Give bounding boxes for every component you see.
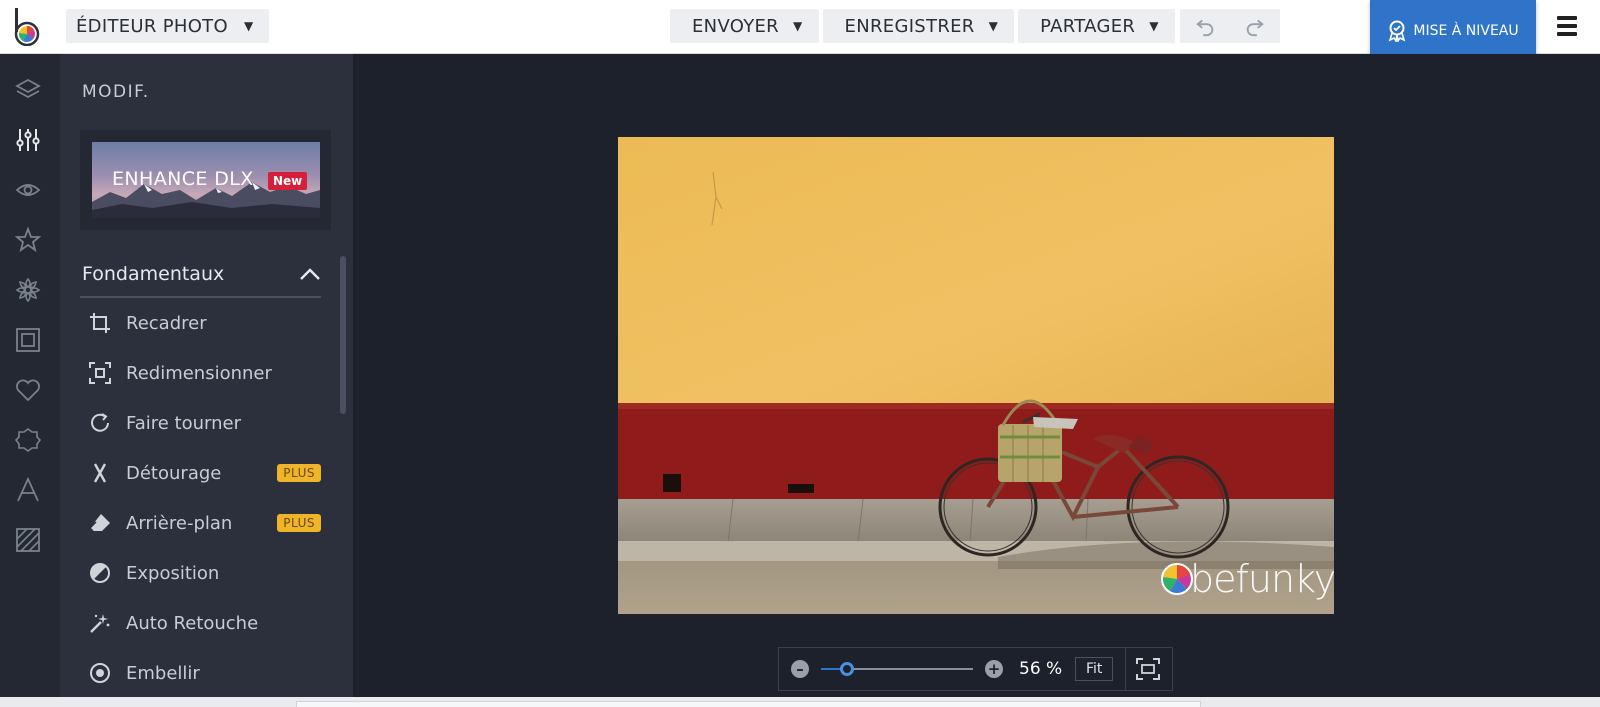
- texture-icon[interactable]: [14, 526, 42, 554]
- fullscreen-button[interactable]: [1126, 648, 1170, 690]
- zoom-slider[interactable]: [821, 659, 973, 679]
- undo-icon: [1196, 19, 1214, 37]
- eraser-icon: [80, 512, 120, 534]
- section-label: Fondamentaux: [82, 263, 225, 285]
- tool-label: Redimensionner: [126, 362, 272, 384]
- layers-icon[interactable]: [14, 76, 42, 104]
- upgrade-button[interactable]: MISE À NIVEAU: [1370, 0, 1536, 61]
- zoom-out-icon[interactable]: –: [791, 660, 809, 678]
- plus-badge: PLUS: [277, 514, 321, 532]
- zoom-in-icon[interactable]: +: [985, 660, 1003, 678]
- sliders-icon[interactable]: [14, 126, 42, 154]
- tool-cutout[interactable]: Détourage PLUS: [80, 448, 321, 498]
- photo-canvas[interactable]: befunky: [618, 137, 1334, 614]
- top-bar: ÉDITEUR PHOTO ▼ ENVOYER ▼ ENREGISTRER ▼ …: [0, 0, 1600, 61]
- crop-icon: [80, 312, 120, 334]
- tool-rotate[interactable]: Faire tourner: [80, 398, 321, 448]
- enhance-dlx-promo[interactable]: ENHANCE DLX New: [80, 130, 331, 230]
- star-icon[interactable]: [14, 226, 42, 254]
- eye-icon[interactable]: [14, 176, 42, 204]
- history-controls: [1180, 9, 1280, 43]
- send-menu-button[interactable]: ENVOYER ▼: [670, 9, 819, 43]
- rotate-icon: [80, 412, 120, 434]
- send-label: ENVOYER: [692, 15, 779, 37]
- befunky-watermark: befunky: [1160, 557, 1334, 601]
- bottom-bar-preview: [296, 701, 1201, 707]
- badge-icon[interactable]: [14, 426, 42, 454]
- zoom-slider-handle[interactable]: [839, 662, 854, 676]
- new-badge: New: [268, 172, 308, 190]
- beautify-icon: [80, 662, 120, 684]
- caret-down-icon: ▼: [988, 19, 999, 33]
- tool-label: Auto Retouche: [126, 612, 259, 634]
- tool-label: Faire tourner: [126, 412, 241, 434]
- undo-button[interactable]: [1180, 9, 1230, 43]
- panel-title: MODIF.: [82, 82, 150, 102]
- tool-label: Exposition: [126, 562, 220, 584]
- tool-label: Recadrer: [126, 312, 207, 334]
- redo-button[interactable]: [1230, 9, 1280, 43]
- plus-badge: PLUS: [277, 464, 321, 482]
- heart-icon[interactable]: [14, 376, 42, 404]
- resize-icon: [80, 362, 120, 384]
- upgrade-label: MISE À NIVEAU: [1413, 22, 1519, 39]
- flower-icon[interactable]: [14, 276, 42, 304]
- watermark-text: befunky: [1190, 557, 1334, 601]
- befunky-logo[interactable]: [12, 8, 44, 47]
- editor-mode-label: ÉDITEUR PHOTO: [76, 15, 228, 37]
- tool-resize[interactable]: Redimensionner: [80, 348, 321, 398]
- tool-label: Embellir: [126, 662, 200, 684]
- tool-label: Arrière-plan: [126, 512, 233, 534]
- tool-label: Détourage: [126, 462, 222, 484]
- magic-wand-icon: [80, 612, 120, 634]
- section-header-fondamentaux[interactable]: Fondamentaux: [80, 252, 321, 298]
- cutout-icon: [80, 462, 120, 484]
- tool-background-remover[interactable]: Arrière-plan PLUS: [80, 498, 321, 548]
- chevron-up-icon: [300, 268, 320, 280]
- share-label: PARTAGER: [1040, 15, 1136, 37]
- bottom-strip: [0, 697, 1600, 707]
- zoom-percent: 56 %: [1019, 659, 1063, 679]
- award-icon: [1389, 20, 1406, 42]
- tool-category-rail: [0, 54, 60, 707]
- caret-down-icon: ▼: [243, 19, 254, 33]
- panel-scrollbar[interactable]: [340, 256, 346, 414]
- frame-icon[interactable]: [14, 326, 42, 354]
- zoom-control: – + 56 % Fit: [778, 647, 1173, 691]
- save-label: ENREGISTRER: [844, 15, 975, 37]
- share-menu-button[interactable]: PARTAGER ▼: [1018, 9, 1175, 43]
- tool-exposure[interactable]: Exposition: [80, 548, 321, 598]
- edit-panel: MODIF. ENHANCE DLX New Fondamentaux Reca…: [60, 54, 353, 707]
- editor-mode-dropdown[interactable]: ÉDITEUR PHOTO ▼: [66, 9, 269, 43]
- fit-button[interactable]: Fit: [1075, 657, 1114, 681]
- caret-down-icon: ▼: [793, 19, 803, 33]
- redo-icon: [1246, 19, 1264, 37]
- action-menu-group: ENVOYER ▼ ENREGISTRER ▼ PARTAGER ▼: [670, 9, 1175, 43]
- tool-auto-retouch[interactable]: Auto Retouche: [80, 598, 321, 648]
- save-menu-button[interactable]: ENREGISTRER ▼: [822, 9, 1015, 43]
- hamburger-icon[interactable]: [1555, 14, 1579, 38]
- text-icon[interactable]: [14, 476, 42, 504]
- caret-down-icon: ▼: [1149, 19, 1159, 33]
- tool-beautify[interactable]: Embellir: [80, 648, 321, 698]
- promo-label: ENHANCE DLX: [112, 168, 254, 190]
- fullscreen-icon: [1136, 658, 1161, 680]
- promo-banner-image: ENHANCE DLX New: [92, 142, 320, 218]
- exposure-icon: [80, 562, 120, 584]
- photo-image: [618, 137, 1334, 614]
- tool-crop[interactable]: Recadrer: [80, 298, 321, 348]
